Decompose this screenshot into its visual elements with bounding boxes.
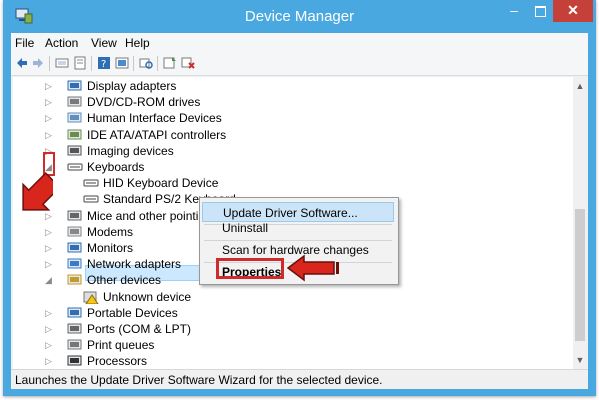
red-arrow-icon [22, 172, 53, 211]
tree-item-label: Other devices [87, 273, 162, 288]
expand-icon[interactable]: ▷ [45, 337, 53, 353]
scroll-up-arrow[interactable]: ▲ [573, 79, 587, 93]
uninstall-icon[interactable] [181, 56, 195, 70]
tree-item-label: Monitors [87, 241, 134, 255]
expand-icon[interactable]: ▷ [45, 353, 53, 369]
expand-icon[interactable]: ▷ [45, 321, 53, 337]
tree-item-label: Print queues [87, 338, 155, 353]
toolbar-separator [49, 56, 50, 71]
expand-icon[interactable]: ▷ [45, 305, 53, 321]
tree-item-label: HID Keyboard Device [103, 176, 219, 191]
ide-icon [67, 129, 82, 140]
tree-item-label: DVD/CD-ROM drives [87, 95, 201, 110]
tree-item-label: Processors [87, 354, 148, 369]
expand-icon[interactable]: ▷ [45, 110, 53, 126]
toolbar: ? [11, 53, 588, 76]
expand-icon[interactable]: ▷ [45, 256, 53, 272]
scroll-thumb[interactable] [575, 209, 585, 341]
help-icon[interactable]: ? [97, 56, 111, 70]
device-manager-window: Device Manager – ✕ File Action View Help… [3, 0, 596, 396]
red-arrow-icon [286, 254, 339, 282]
menu-bar: File Action View Help [11, 33, 588, 53]
update-driver-icon[interactable] [163, 56, 177, 70]
tree-item-label: Ports (COM & LPT) [87, 322, 192, 336]
tree-item-label: Unknown device [103, 289, 192, 304]
expand-icon[interactable]: ▷ [45, 127, 53, 143]
update-icon[interactable] [115, 56, 129, 70]
tree-item-label: Imaging devices [87, 143, 174, 158]
display-icon [67, 80, 82, 91]
menu-uninstall[interactable]: Uninstall [202, 218, 394, 238]
expand-icon[interactable]: ▷ [45, 240, 53, 256]
tree-row[interactable]: HID Keyboard Device [13, 175, 553, 191]
tree-item-label: Network adapters [87, 257, 182, 272]
toolbar-separator [91, 56, 92, 71]
keyboard-icon [83, 195, 99, 203]
tree-row[interactable]: ▷ DVD/CD-ROM drives [13, 94, 553, 110]
port-icon [67, 323, 82, 334]
tree-item-label: Keyboards [87, 160, 145, 174]
status-text: Launches the Update Driver Software Wiza… [15, 373, 383, 387]
hid-icon [67, 112, 82, 123]
portable-icon [67, 307, 82, 318]
tree-item-label: Modems [87, 224, 134, 239]
unknown-device-icon [83, 291, 99, 304]
tree-row[interactable]: ▷ Display adapters [13, 78, 553, 94]
properties-icon[interactable] [73, 56, 87, 70]
menu-item-label: Uninstall [222, 221, 269, 235]
tree-row[interactable]: ▷ IDE ATA/ATAPI controllers [13, 127, 553, 143]
menu-view[interactable]: View [91, 36, 117, 50]
tree-item-label: Display adapters [87, 79, 177, 93]
vertical-scrollbar[interactable]: ▲ ▼ [573, 77, 587, 369]
camera-icon [67, 145, 82, 156]
tree-row[interactable]: ▷ Portable Devices [13, 305, 553, 321]
tree-row[interactable]: ▷ Print queues [13, 337, 553, 353]
scroll-down-arrow[interactable]: ▼ [573, 353, 587, 367]
properties-highlight-box [216, 258, 284, 279]
menu-file[interactable]: File [15, 36, 34, 50]
svg-text:?: ? [101, 59, 106, 70]
monitor-icon [67, 242, 82, 253]
toolbar-separator [157, 56, 158, 71]
tree-row[interactable]: Unknown device [13, 289, 553, 305]
menu-action[interactable]: Action [45, 36, 78, 50]
tree-row[interactable]: ▷ Ports (COM & LPT) [13, 321, 553, 337]
tree-item-label: Mice and other pointing [87, 208, 212, 223]
modem-icon [67, 226, 82, 237]
title-bar[interactable]: Device Manager – ✕ [3, 0, 596, 33]
keyboard-icon [67, 163, 83, 171]
keyboard-icon [83, 179, 99, 187]
tree-row[interactable]: ▷ Human Interface Devices [13, 110, 553, 126]
other-devices-icon [67, 274, 82, 285]
computer-icon[interactable] [55, 56, 69, 70]
status-bar: Launches the Update Driver Software Wiza… [11, 369, 588, 389]
mouse-icon [67, 210, 82, 221]
minimize-button[interactable]: – [501, 0, 527, 22]
tree-item-label: Portable Devices [87, 305, 178, 320]
toolbar-separator [133, 56, 134, 71]
dvd-icon [67, 96, 82, 107]
collapse-icon[interactable]: ◢ [45, 272, 53, 288]
menu-help[interactable]: Help [125, 36, 150, 50]
maximize-icon [534, 5, 546, 17]
expand-icon[interactable]: ▷ [45, 78, 53, 94]
printer-icon [67, 339, 82, 350]
tree-row[interactable]: ▷ Imaging devices [13, 143, 553, 159]
scan-icon[interactable] [139, 56, 153, 70]
processor-icon [67, 355, 82, 366]
tree-row[interactable]: ▷ Processors [13, 353, 553, 369]
tree-item-label: IDE ATA/ATAPI controllers [87, 127, 227, 142]
back-icon[interactable] [15, 56, 29, 70]
network-icon [67, 258, 82, 269]
tree-item-label: Human Interface Devices [87, 111, 222, 126]
maximize-button[interactable] [527, 0, 553, 22]
tree-row[interactable]: ◢ Keyboards [13, 159, 553, 175]
expand-icon[interactable]: ▷ [45, 94, 53, 110]
forward-icon[interactable] [31, 56, 45, 70]
close-button[interactable]: ✕ [553, 0, 593, 22]
